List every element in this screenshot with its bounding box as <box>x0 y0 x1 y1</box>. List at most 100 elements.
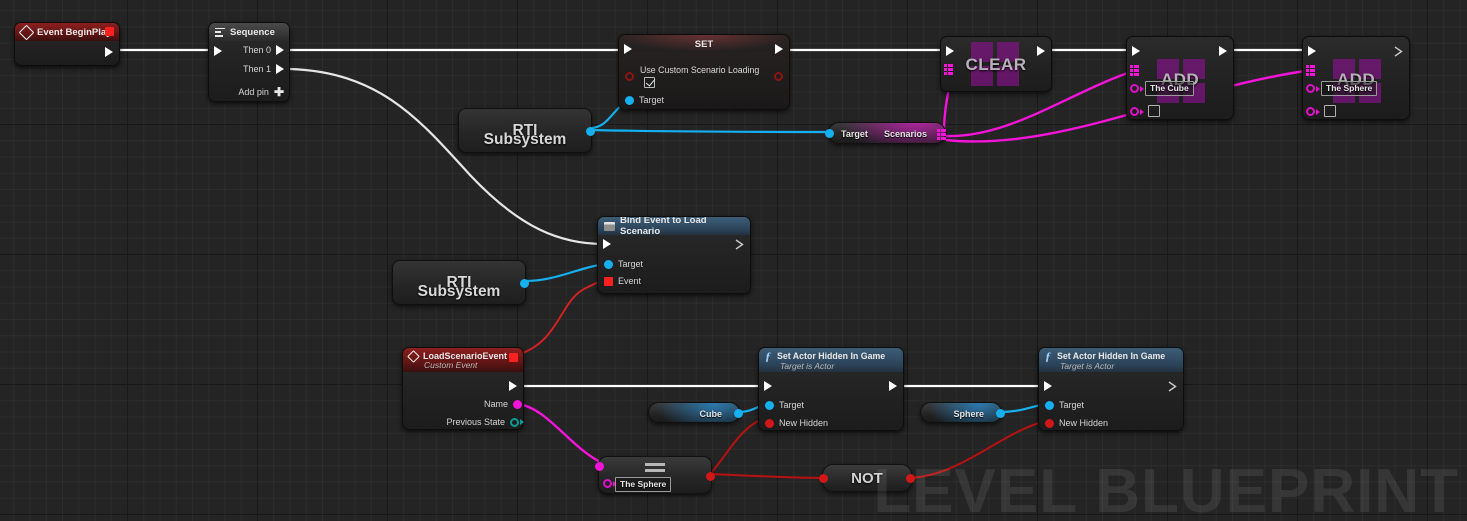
pin-add-pin[interactable]: Add pin ✚ <box>238 84 284 99</box>
pin-exec-in[interactable] <box>214 46 222 56</box>
pin-target[interactable]: Target <box>625 95 664 105</box>
new-item-value-field[interactable]: The Cube <box>1145 81 1194 96</box>
pin-exec-out[interactable] <box>509 381 517 391</box>
target-array-in-pin-icon[interactable] <box>1130 65 1140 76</box>
pin-exec-in[interactable] <box>946 46 954 56</box>
subsystem-label-line2: Subsystem <box>483 131 567 148</box>
pin-target[interactable]: Target <box>604 259 643 269</box>
add-unique-checkbox[interactable] <box>1148 105 1160 117</box>
enum-pin-icon <box>510 417 524 427</box>
target-label: Target <box>841 129 868 139</box>
node-set-use-custom-scenario-loading[interactable]: SET Use Custom Scenario Loading Target <box>618 34 790 110</box>
pin-label: Name <box>483 399 508 409</box>
node-scenarios-variable[interactable]: Target Scenarios <box>825 122 947 144</box>
pin-label: Target <box>639 95 665 105</box>
pin-exec-in[interactable] <box>1132 46 1140 56</box>
node-label: CLEAR <box>965 55 1027 74</box>
name-a-in-pin-icon[interactable] <box>595 462 604 471</box>
pin-exec-out[interactable] <box>1219 46 1227 56</box>
pin-target[interactable]: Target <box>765 400 804 410</box>
object-out-pin-icon[interactable] <box>734 409 743 418</box>
pin-exec-out[interactable] <box>775 44 783 54</box>
pin-then-1[interactable]: Then 1 <box>243 64 284 74</box>
node-set-actor-hidden-in-game-1[interactable]: ƒ Set Actor Hidden In Game Target is Act… <box>758 347 904 431</box>
node-subtitle: Target is Actor <box>1060 361 1115 371</box>
event-enabled-indicator[interactable] <box>105 27 114 36</box>
event-enabled-indicator[interactable] <box>509 353 518 362</box>
node-rti-subsystem-top[interactable]: RTI Subsystem <box>458 108 595 153</box>
node-bind-event-to-load-scenario[interactable]: Bind Event to Load Scenario Target Event <box>597 216 751 294</box>
object-out-pin-icon[interactable] <box>520 279 529 288</box>
pin-label: Target <box>618 259 644 269</box>
pin-exec-in[interactable] <box>1308 46 1316 56</box>
new-item-value-field[interactable]: The Sphere <box>1321 81 1378 96</box>
delegate-pin-icon <box>604 276 613 286</box>
node-header: SET <box>619 35 789 53</box>
pin-exec-in[interactable] <box>603 239 611 249</box>
node-load-scenario-event[interactable]: LoadScenarioEvent Custom Event Name Prev… <box>402 347 524 430</box>
exec-out-icon <box>276 45 284 55</box>
pin-label: Target <box>1059 400 1085 410</box>
exec-out-icon <box>1168 381 1177 392</box>
pin-exec-out[interactable] <box>735 239 744 250</box>
pin-exec-in[interactable] <box>764 381 772 391</box>
pin-exec-out[interactable] <box>1394 46 1403 57</box>
variable-name: Scenarios <box>883 129 927 139</box>
pin-then-0[interactable]: Then 0 <box>243 45 284 55</box>
boolean-out-pin-icon[interactable] <box>706 472 715 481</box>
pin-previous-state[interactable]: Previous State <box>446 417 524 427</box>
pin-exec-out[interactable] <box>1168 381 1177 392</box>
bool-in-pin-icon <box>625 72 634 81</box>
new-item-in-pin-icon[interactable] <box>1130 84 1144 93</box>
new-item-in-pin-icon[interactable] <box>1306 84 1320 93</box>
node-sphere-variable[interactable]: Sphere <box>920 402 1005 423</box>
target-array-in-pin-icon[interactable] <box>1306 65 1316 76</box>
blueprint-graph-canvas[interactable]: Event BeginPlay Sequence Then 0 Then 1 A… <box>0 0 1467 521</box>
object-out-pin-icon[interactable] <box>996 409 1005 418</box>
node-title: Sequence <box>230 26 275 38</box>
pin-exec-in[interactable] <box>624 44 632 54</box>
comparison-value-field[interactable]: The Sphere <box>615 477 672 492</box>
node-subtitle: Target is Actor <box>780 361 835 371</box>
pin-name[interactable]: Name <box>483 399 522 409</box>
pin-exec-out[interactable] <box>889 381 897 391</box>
boolean-in-pin-icon[interactable] <box>819 474 828 483</box>
node-header: Event BeginPlay <box>15 23 119 41</box>
pin-new-hidden[interactable]: New Hidden <box>1045 418 1108 428</box>
exec-out-icon <box>735 239 744 250</box>
plus-icon: ✚ <box>273 84 284 99</box>
exec-out-icon <box>105 47 113 57</box>
node-add-the-cube[interactable]: ADD The Cube <box>1126 36 1234 120</box>
object-out-pin-icon[interactable] <box>586 127 595 136</box>
node-rti-subsystem-bottom[interactable]: RTI Subsystem <box>392 260 529 305</box>
exec-out-icon <box>276 64 284 74</box>
return-value-in-pin-icon[interactable] <box>1130 107 1144 116</box>
pin-exec-out[interactable] <box>1037 46 1045 56</box>
pin-target[interactable]: Target <box>1045 400 1084 410</box>
pin-label: Target <box>779 400 805 410</box>
exec-in-icon <box>1132 46 1140 56</box>
pin-event[interactable]: Event <box>604 276 641 286</box>
node-equal-comparison[interactable]: The Sphere <box>595 456 715 494</box>
level-blueprint-watermark: LEVEL BLUEPRINT <box>873 457 1459 521</box>
node-add-the-sphere[interactable]: ADD The Sphere <box>1302 36 1410 120</box>
pin-exec-in[interactable] <box>1044 381 1052 391</box>
array-out-pin-icon[interactable] <box>937 129 947 140</box>
return-value-in-pin-icon[interactable] <box>1306 107 1320 116</box>
exec-out-icon <box>889 381 897 391</box>
pin-exec-out[interactable] <box>105 47 113 57</box>
node-cube-variable[interactable]: Cube <box>648 402 743 423</box>
node-event-begin-play[interactable]: Event BeginPlay <box>14 22 120 66</box>
pin-use-custom-scenario-loading-in[interactable] <box>625 72 634 81</box>
node-set-actor-hidden-in-game-2[interactable]: ƒ Set Actor Hidden In Game Target is Act… <box>1038 347 1184 431</box>
pin-new-hidden[interactable]: New Hidden <box>765 418 828 428</box>
pin-use-custom-scenario-loading-out[interactable] <box>774 72 783 81</box>
add-unique-checkbox[interactable] <box>1324 105 1336 117</box>
object-pin-icon <box>625 95 634 105</box>
node-title: Event BeginPlay <box>37 26 112 38</box>
node-sequence[interactable]: Sequence Then 0 Then 1 Add pin ✚ <box>208 22 290 102</box>
target-array-in-pin-icon[interactable] <box>944 64 954 75</box>
object-in-pin-icon[interactable] <box>825 129 834 138</box>
node-clear-array[interactable]: CLEAR <box>940 36 1052 92</box>
use-custom-scenario-loading-checkbox[interactable] <box>644 77 655 88</box>
